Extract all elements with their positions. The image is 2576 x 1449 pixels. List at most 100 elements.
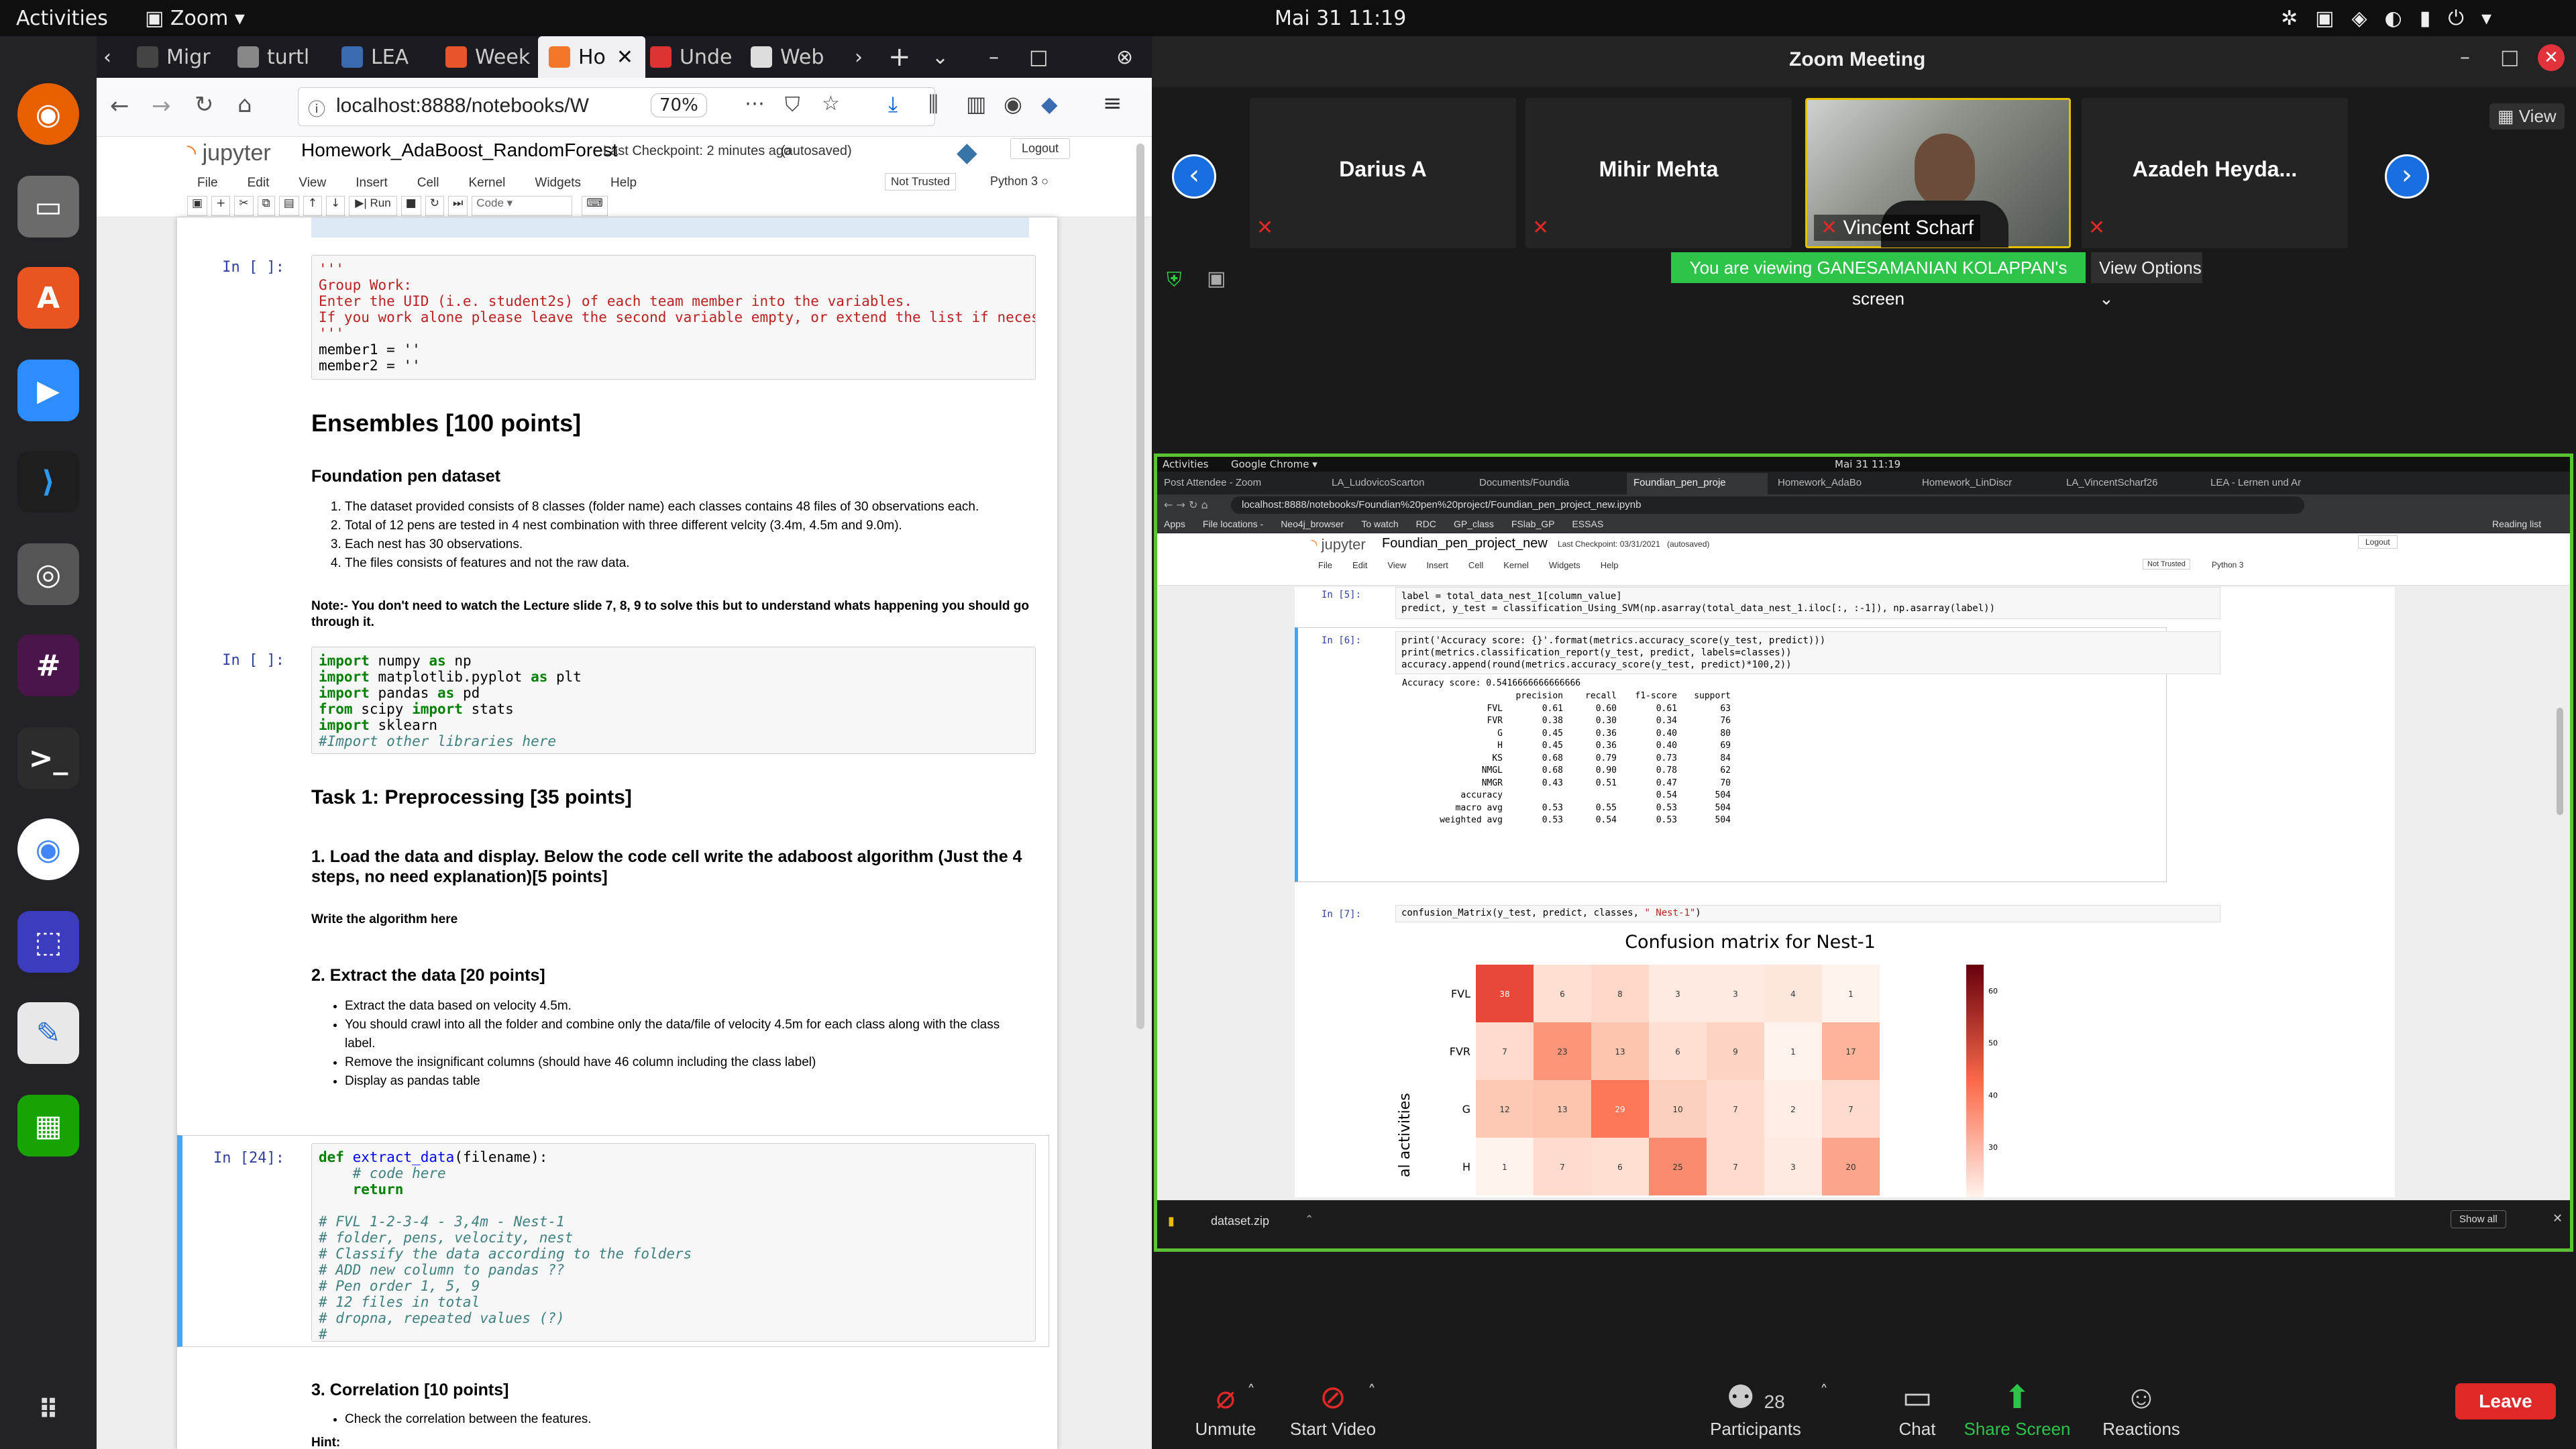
- downloads-icon[interactable]: ⤓: [888, 91, 898, 117]
- terminal-icon[interactable]: >_: [17, 727, 79, 789]
- close-window-icon[interactable]: ✕: [2538, 44, 2565, 71]
- url-text[interactable]: localhost:8888/notebooks/W: [336, 95, 589, 117]
- security-shield-icon[interactable]: ⛨: [1167, 268, 1182, 292]
- tab-homework-active[interactable]: Ho ✕: [538, 36, 645, 78]
- back-icon[interactable]: ←: [110, 93, 129, 119]
- clock[interactable]: Mai 31 11:19: [1275, 7, 1406, 30]
- tab-week[interactable]: Week: [445, 36, 546, 78]
- extension-icon[interactable]: ◆: [1041, 91, 1058, 117]
- chrome-icon[interactable]: ◉: [17, 818, 79, 880]
- reload-icon[interactable]: ↻: [195, 91, 214, 118]
- tab-lea[interactable]: LEA: [341, 36, 442, 78]
- activities-button[interactable]: Activities: [16, 7, 108, 30]
- home-icon[interactable]: ⌂: [237, 91, 252, 118]
- code-cell-group-work[interactable]: ''' Group Work: Enter the UID (i.e. studen…: [311, 255, 1036, 380]
- restart-run-icon[interactable]: ⏭: [447, 196, 468, 216]
- menu-edit[interactable]: Edit: [248, 176, 270, 191]
- minimize-icon[interactable]: –: [2460, 46, 2470, 69]
- restart-icon[interactable]: ↻: [425, 196, 444, 216]
- jupyter-logo[interactable]: ◝ jupyter: [187, 140, 271, 166]
- menu-widgets[interactable]: Widgets: [535, 176, 581, 191]
- new-tab-icon[interactable]: +: [888, 36, 915, 78]
- participant-tile[interactable]: Darius A ✕: [1250, 98, 1516, 248]
- participant-tile[interactable]: Mihir Mehta ✕: [1525, 98, 1792, 248]
- participants-button[interactable]: ⚉ 28 Participants: [1695, 1379, 1816, 1440]
- cell-type-select[interactable]: Code ▾: [472, 196, 573, 216]
- account-icon[interactable]: ◉: [1004, 91, 1022, 117]
- code-cell-extract[interactable]: def extract_data(filename): # code here …: [311, 1143, 1036, 1342]
- copy-icon[interactable]: ⧉: [257, 196, 275, 216]
- stop-icon[interactable]: ■: [400, 196, 421, 216]
- close-window-icon[interactable]: ⊗: [1116, 36, 1143, 78]
- minimize-icon[interactable]: –: [989, 36, 1016, 78]
- menu-view[interactable]: View: [299, 176, 326, 191]
- page-info-icon[interactable]: ⓘ: [308, 96, 325, 121]
- forward-icon[interactable]: →: [152, 93, 171, 119]
- menu-file[interactable]: File: [197, 176, 218, 191]
- tab-unde[interactable]: Unde: [650, 36, 751, 78]
- move-up-icon[interactable]: ↑: [303, 196, 323, 216]
- vscode-icon[interactable]: ⟩: [17, 451, 79, 513]
- sidebar-icon[interactable]: ▥: [966, 91, 986, 117]
- move-down-icon[interactable]: ↓: [326, 196, 345, 216]
- participants-options-icon[interactable]: ˄: [1820, 1382, 1828, 1401]
- menu-icon[interactable]: ≡: [1103, 90, 1122, 117]
- paste-icon[interactable]: ▤: [278, 196, 299, 216]
- tab-list-icon[interactable]: ⌄: [932, 36, 959, 78]
- tab-scroll-left[interactable]: ‹: [103, 36, 130, 78]
- leave-button[interactable]: Leave: [2455, 1383, 2556, 1419]
- tab-scroll-right[interactable]: ›: [855, 36, 881, 78]
- library-icon[interactable]: ⫼: [928, 91, 938, 117]
- prev-page-button[interactable]: ‹: [1172, 154, 1216, 199]
- participant-tile[interactable]: Azadeh Heyda... ✕: [2082, 98, 2348, 248]
- tray-icons[interactable]: ✲▣◈◐▮⏻▾: [2281, 7, 2509, 30]
- camera-icon[interactable]: ◎: [17, 543, 79, 605]
- add-cell-icon[interactable]: +: [211, 196, 231, 216]
- unmute-button[interactable]: ⌀ Unmute: [1179, 1379, 1273, 1440]
- close-tab-icon[interactable]: ✕: [616, 46, 633, 69]
- audio-options-icon[interactable]: ˄: [1247, 1382, 1255, 1401]
- reactions-button[interactable]: ☺ Reactions: [2084, 1379, 2198, 1440]
- show-apps-icon[interactable]: ⠿: [17, 1379, 79, 1441]
- share-screen-button[interactable]: ⬆ Share Screen: [1950, 1379, 2084, 1440]
- tab-web[interactable]: Web: [751, 36, 851, 78]
- bookmark-star-icon[interactable]: ☆: [822, 92, 840, 115]
- menu-help[interactable]: Help: [610, 176, 637, 191]
- recording-icon[interactable]: ▣: [1207, 267, 1226, 290]
- slack-icon[interactable]: #: [17, 635, 79, 696]
- firefox-icon[interactable]: ◉: [17, 83, 79, 145]
- notebook-title[interactable]: Homework_AdaBoost_RandomForest: [301, 140, 618, 161]
- save-icon[interactable]: ▣: [187, 196, 208, 216]
- logout-button[interactable]: Logout: [1010, 138, 1071, 159]
- menu-cell[interactable]: Cell: [417, 176, 439, 191]
- pocket-icon[interactable]: ⛉: [785, 93, 800, 117]
- calc-icon[interactable]: ▦: [17, 1095, 79, 1157]
- menu-insert[interactable]: Insert: [356, 176, 388, 191]
- participant-video-tile[interactable]: ✕ Vincent Scharf: [1805, 98, 2071, 248]
- scrollbar-thumb[interactable]: [1136, 144, 1144, 1029]
- app-menu[interactable]: ▣ Zoom ▾: [145, 7, 245, 30]
- view-button[interactable]: ▦ View: [2489, 103, 2565, 129]
- tab-migr[interactable]: Migr: [137, 36, 237, 78]
- text-editor-icon[interactable]: ✎: [17, 1002, 79, 1064]
- url-bar[interactable]: ⓘ localhost:8888/notebooks/W 70% ⋯ ⛉ ☆: [298, 87, 935, 126]
- cut-icon[interactable]: ✂: [234, 196, 254, 216]
- keyboard-icon[interactable]: ⌨: [582, 196, 608, 216]
- video-options-icon[interactable]: ˄: [1368, 1382, 1376, 1401]
- trusted-badge[interactable]: Not Trusted: [885, 173, 956, 191]
- maximize-icon[interactable]: □: [1029, 36, 1056, 78]
- more-icon[interactable]: ⋯: [745, 92, 765, 115]
- zoom-app-icon[interactable]: ▶: [17, 360, 79, 421]
- run-button[interactable]: ▶| Run: [349, 196, 397, 216]
- software-icon[interactable]: A: [17, 267, 79, 329]
- screenshot-icon[interactable]: ⬚: [17, 911, 79, 973]
- code-cell-imports[interactable]: import numpy as np import matplotlib.pypl…: [311, 647, 1036, 754]
- files-icon[interactable]: ▭: [17, 176, 79, 237]
- next-page-button[interactable]: ›: [2385, 154, 2429, 199]
- maximize-icon[interactable]: □: [2500, 46, 2519, 69]
- zoom-level[interactable]: 70%: [651, 93, 707, 117]
- chat-button[interactable]: ▭ Chat: [1880, 1379, 1954, 1440]
- view-options-button[interactable]: View Options ⌄: [2091, 252, 2202, 309]
- menu-kernel[interactable]: Kernel: [468, 176, 505, 191]
- tab-turtl[interactable]: turtl: [237, 36, 338, 78]
